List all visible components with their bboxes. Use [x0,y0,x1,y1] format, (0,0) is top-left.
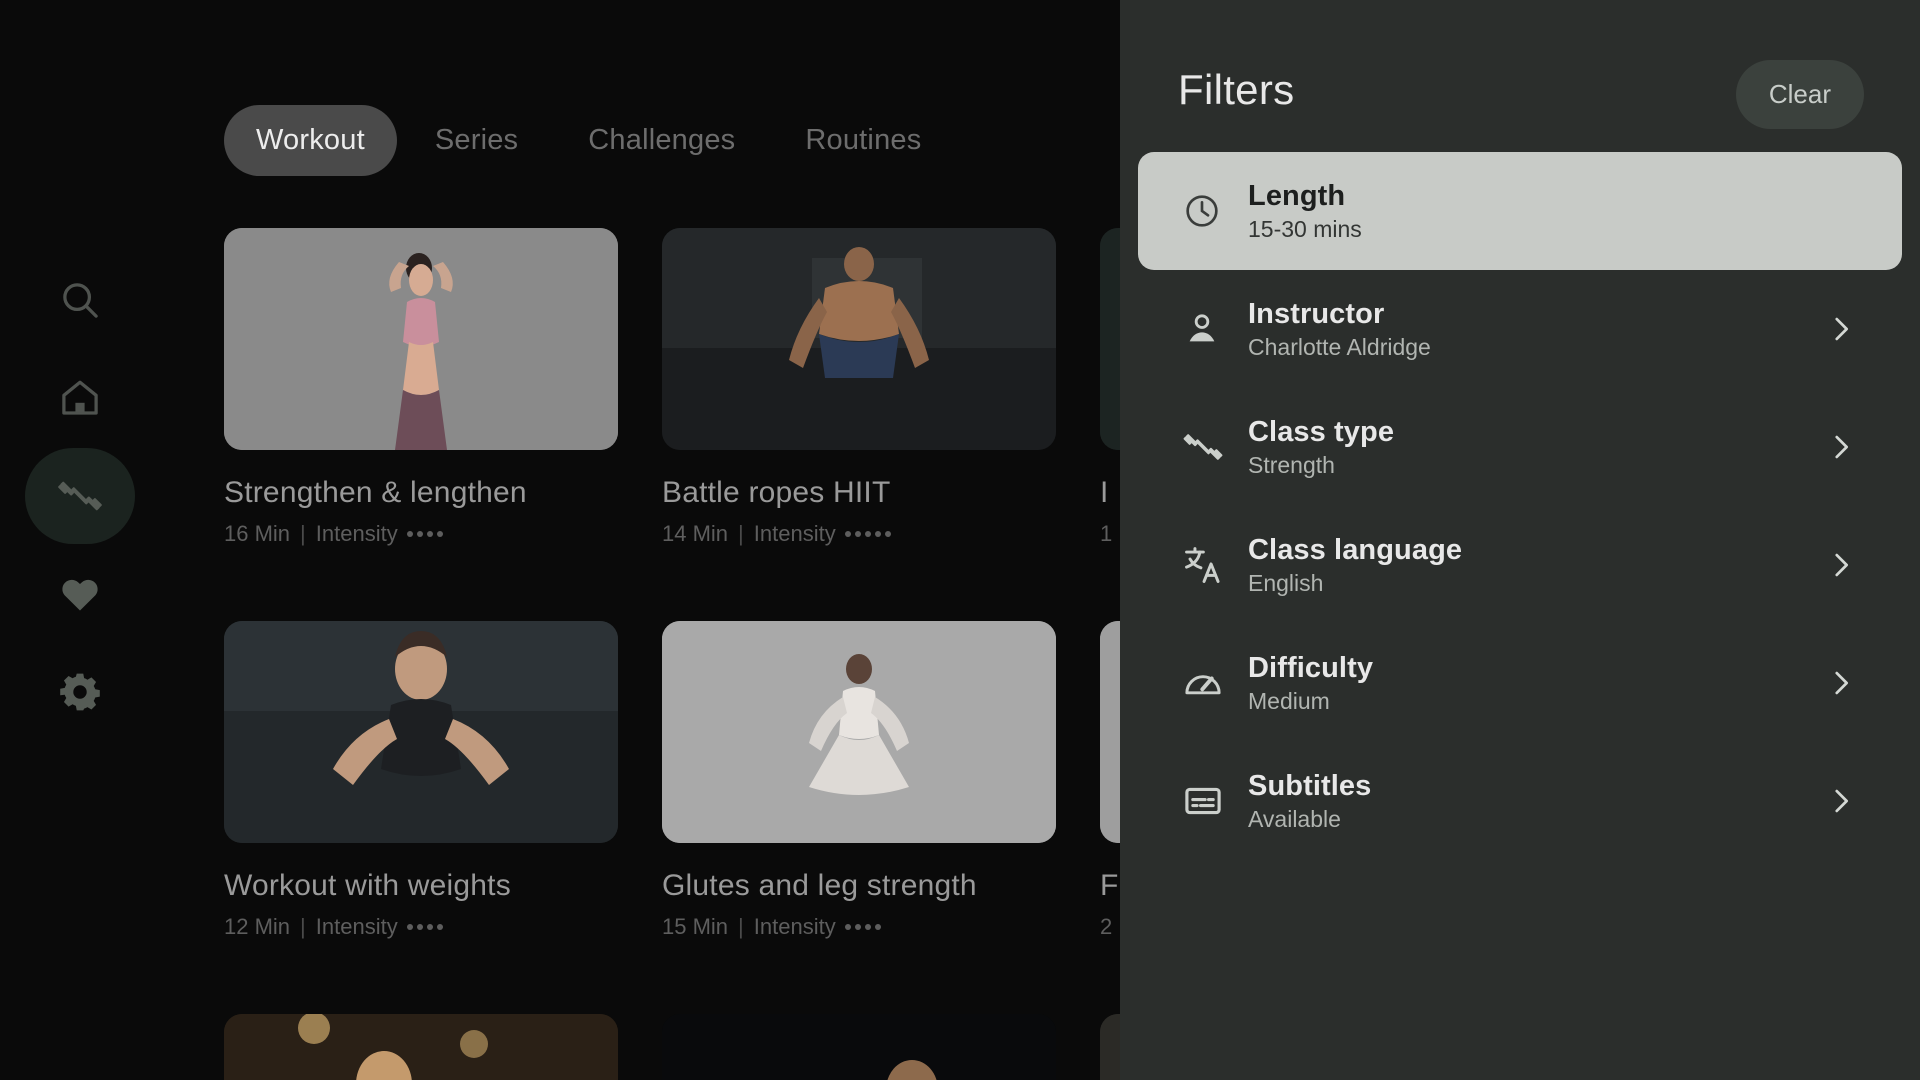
category-tabs: Workout Series Challenges Routines [224,105,953,176]
filter-value: Available [1248,805,1341,832]
filter-list: Length 15-30 mins Instructor Charlotte A… [1120,152,1920,860]
tab-challenges[interactable]: Challenges [556,105,767,176]
sidebar-item-workouts[interactable] [25,448,135,544]
filter-text: Length 15-30 mins [1248,180,1818,243]
intensity-dots [406,924,443,930]
filter-label: Subtitles [1248,769,1372,802]
filter-row-difficulty[interactable]: Difficulty Medium [1138,624,1902,742]
clear-button[interactable]: Clear [1735,60,1864,129]
row-spacer [224,940,618,1014]
filter-row-subtitles[interactable]: Subtitles Available [1138,742,1902,860]
workout-card[interactable]: Battle ropes HIIT 14 Min | Intensity [662,228,1056,547]
workout-meta: 14 Min | Intensity [662,521,1056,547]
meta-separator: | [738,521,744,546]
chevron-right-icon[interactable] [1818,548,1858,582]
workout-duration: 15 Min [662,914,729,939]
row-spacer [662,940,1056,1014]
workout-title: Workout with weights [224,869,511,902]
filters-panel: Filters Clear Length 15-30 mins Instruct… [1120,0,1920,1080]
sidebar-nav [0,0,160,1080]
workout-duration: 1 [1100,521,1113,546]
tab-workout[interactable]: Workout [224,105,397,176]
chevron-right-icon[interactable] [1818,784,1858,818]
workout-thumbnail [662,1014,1056,1080]
workout-card[interactable]: Glutes and leg strength 15 Min | Intensi… [662,621,1056,940]
workout-duration: 2 [1100,914,1113,939]
chevron-right-icon[interactable] [1818,666,1858,700]
dumbbell-icon [56,472,104,520]
workout-thumbnail [224,228,618,450]
tab-series[interactable]: Series [403,105,550,176]
workout-card[interactable]: Workout with weights 12 Min | Intensity [224,621,618,940]
translate-icon [1182,544,1248,586]
workout-title: Glutes and leg strength [662,869,977,902]
intensity-label: Intensity [315,521,398,546]
workout-meta: 16 Min | Intensity [224,521,618,547]
intensity-dots [844,924,881,930]
search-icon [57,277,103,323]
workout-thumbnail [662,621,1056,843]
filter-text: Instructor Charlotte Aldridge [1248,298,1818,361]
workout-duration: 16 Min [224,521,291,546]
filter-value: Strength [1248,451,1335,478]
sidebar-item-search[interactable] [25,252,135,348]
workout-card[interactable] [662,1014,1056,1080]
intensity-label: Intensity [753,914,836,939]
filter-row-class-type[interactable]: Class type Strength [1138,388,1902,506]
filter-text: Subtitles Available [1248,770,1818,833]
workout-card[interactable]: Strengthen & lengthen 16 Min | Intensity [224,228,618,547]
closed-caption-icon [1182,780,1248,822]
filter-value: English [1248,569,1324,596]
meta-separator: | [300,914,306,939]
filter-value: Medium [1248,687,1330,714]
intensity-label: Intensity [315,914,398,939]
clock-icon [1182,191,1248,231]
sidebar-item-settings[interactable] [25,644,135,740]
home-icon [57,375,103,421]
sidebar-item-favorites[interactable] [25,546,135,642]
row-spacer [662,547,1056,621]
filter-label: Class language [1248,533,1463,566]
filter-label: Difficulty [1248,651,1374,684]
filter-label: Instructor [1248,297,1385,330]
chevron-right-icon[interactable] [1818,430,1858,464]
filter-label: Class type [1248,415,1395,448]
workout-title: Battle ropes HIIT [662,476,891,509]
filter-value: Charlotte Aldridge [1248,333,1431,360]
dumbbell-icon [1182,426,1248,468]
filter-row-length[interactable]: Length 15-30 mins [1138,152,1902,270]
filter-text: Class language English [1248,534,1818,597]
meta-separator: | [738,914,744,939]
filter-row-class-language[interactable]: Class language English [1138,506,1902,624]
heart-icon [57,571,103,617]
filter-row-instructor[interactable]: Instructor Charlotte Aldridge [1138,270,1902,388]
filter-label: Length [1248,179,1346,212]
sidebar-item-home[interactable] [25,350,135,446]
workout-card[interactable] [224,1014,618,1080]
intensity-dots [406,531,443,537]
intensity-label: Intensity [753,521,836,546]
workout-thumbnail [224,1014,618,1080]
intensity-dots [844,531,891,537]
gear-icon [57,669,103,715]
page-title: Filters [1178,66,1295,113]
speedometer-icon [1182,662,1248,704]
row-spacer [224,547,618,621]
workout-thumbnail [224,621,618,843]
person-icon [1182,309,1248,349]
workout-duration: 14 Min [662,521,729,546]
tab-routines[interactable]: Routines [773,105,953,176]
filters-header: Filters Clear [1120,0,1920,172]
filter-text: Class type Strength [1248,416,1818,479]
meta-separator: | [300,521,306,546]
workout-title: Strengthen & lengthen [224,476,527,509]
chevron-right-icon[interactable] [1818,312,1858,346]
workout-duration: 12 Min [224,914,291,939]
workout-thumbnail [662,228,1056,450]
workout-meta: 12 Min | Intensity [224,914,618,940]
fitness-app-window: Workout Series Challenges Routines Stren… [0,0,1920,1080]
filter-text: Difficulty Medium [1248,652,1818,715]
filter-value: 15-30 mins [1248,215,1362,242]
workout-meta: 15 Min | Intensity [662,914,1056,940]
